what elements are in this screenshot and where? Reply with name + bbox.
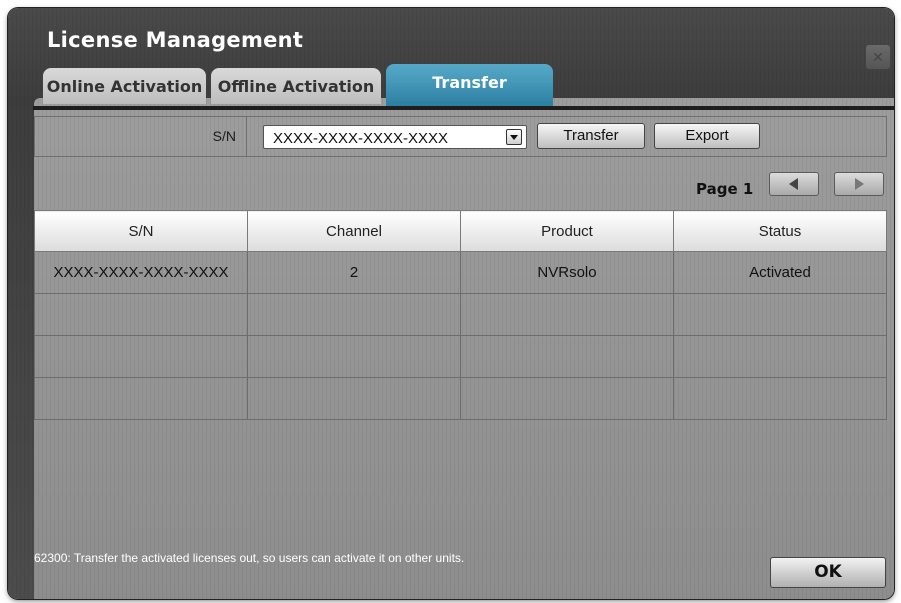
cell-channel — [247, 335, 461, 378]
column-header-product: Product — [460, 210, 674, 252]
tab-transfer[interactable]: Transfer — [386, 64, 553, 108]
cell-sn — [34, 293, 248, 336]
tab-underline — [33, 106, 894, 110]
dialog-title: License Management — [47, 28, 304, 52]
prev-page-icon[interactable] — [769, 172, 819, 196]
serial-label: S/N — [212, 128, 236, 144]
cell-status: Activated — [673, 251, 887, 294]
cell-channel — [247, 377, 461, 420]
cell-channel — [247, 293, 461, 336]
page-indicator: Page 1 — [696, 180, 754, 198]
cell-product — [460, 293, 674, 336]
cell-sn: XXXX-XXXX-XXXX-XXXX — [34, 251, 248, 294]
next-page-icon[interactable] — [834, 172, 884, 196]
serial-select[interactable]: XXXX-XXXX-XXXX-XXXX — [263, 125, 527, 149]
cell-status — [673, 335, 887, 378]
tab-offline-activation[interactable]: Offline Activation — [211, 68, 381, 104]
chevron-down-icon[interactable] — [506, 129, 522, 145]
ok-button[interactable]: OK — [770, 557, 886, 588]
column-header-channel: Channel — [247, 210, 461, 252]
transfer-button[interactable]: Transfer — [537, 123, 645, 149]
close-icon[interactable]: ✕ — [866, 45, 890, 69]
table-row[interactable]: XXXX-XXXX-XXXX-XXXX 2 NVRsolo Activated — [34, 251, 887, 294]
status-message: 62300: Transfer the activated licenses o… — [34, 551, 465, 565]
export-button[interactable]: Export — [654, 123, 760, 149]
table-row — [34, 293, 887, 336]
table-header-row: S/N Channel Product Status — [34, 210, 887, 252]
table-row — [34, 377, 887, 420]
cell-product — [460, 377, 674, 420]
column-header-status: Status — [673, 210, 887, 252]
cell-status — [673, 293, 887, 336]
cell-product — [460, 335, 674, 378]
cell-channel: 2 — [247, 251, 461, 294]
cell-sn — [34, 335, 248, 378]
column-header-sn: S/N — [34, 210, 248, 252]
serial-row: S/N XXXX-XXXX-XXXX-XXXX Transfer Export — [34, 116, 887, 157]
cell-product: NVRsolo — [460, 251, 674, 294]
cell-status — [673, 377, 887, 420]
serial-select-value: XXXX-XXXX-XXXX-XXXX — [273, 130, 449, 147]
table-row — [34, 335, 887, 378]
tab-online-activation[interactable]: Online Activation — [43, 68, 206, 104]
cell-sn — [34, 377, 248, 420]
serial-label-cell: S/N — [35, 117, 247, 156]
license-table: S/N Channel Product Status XXXX-XXXX-XXX… — [34, 210, 887, 420]
